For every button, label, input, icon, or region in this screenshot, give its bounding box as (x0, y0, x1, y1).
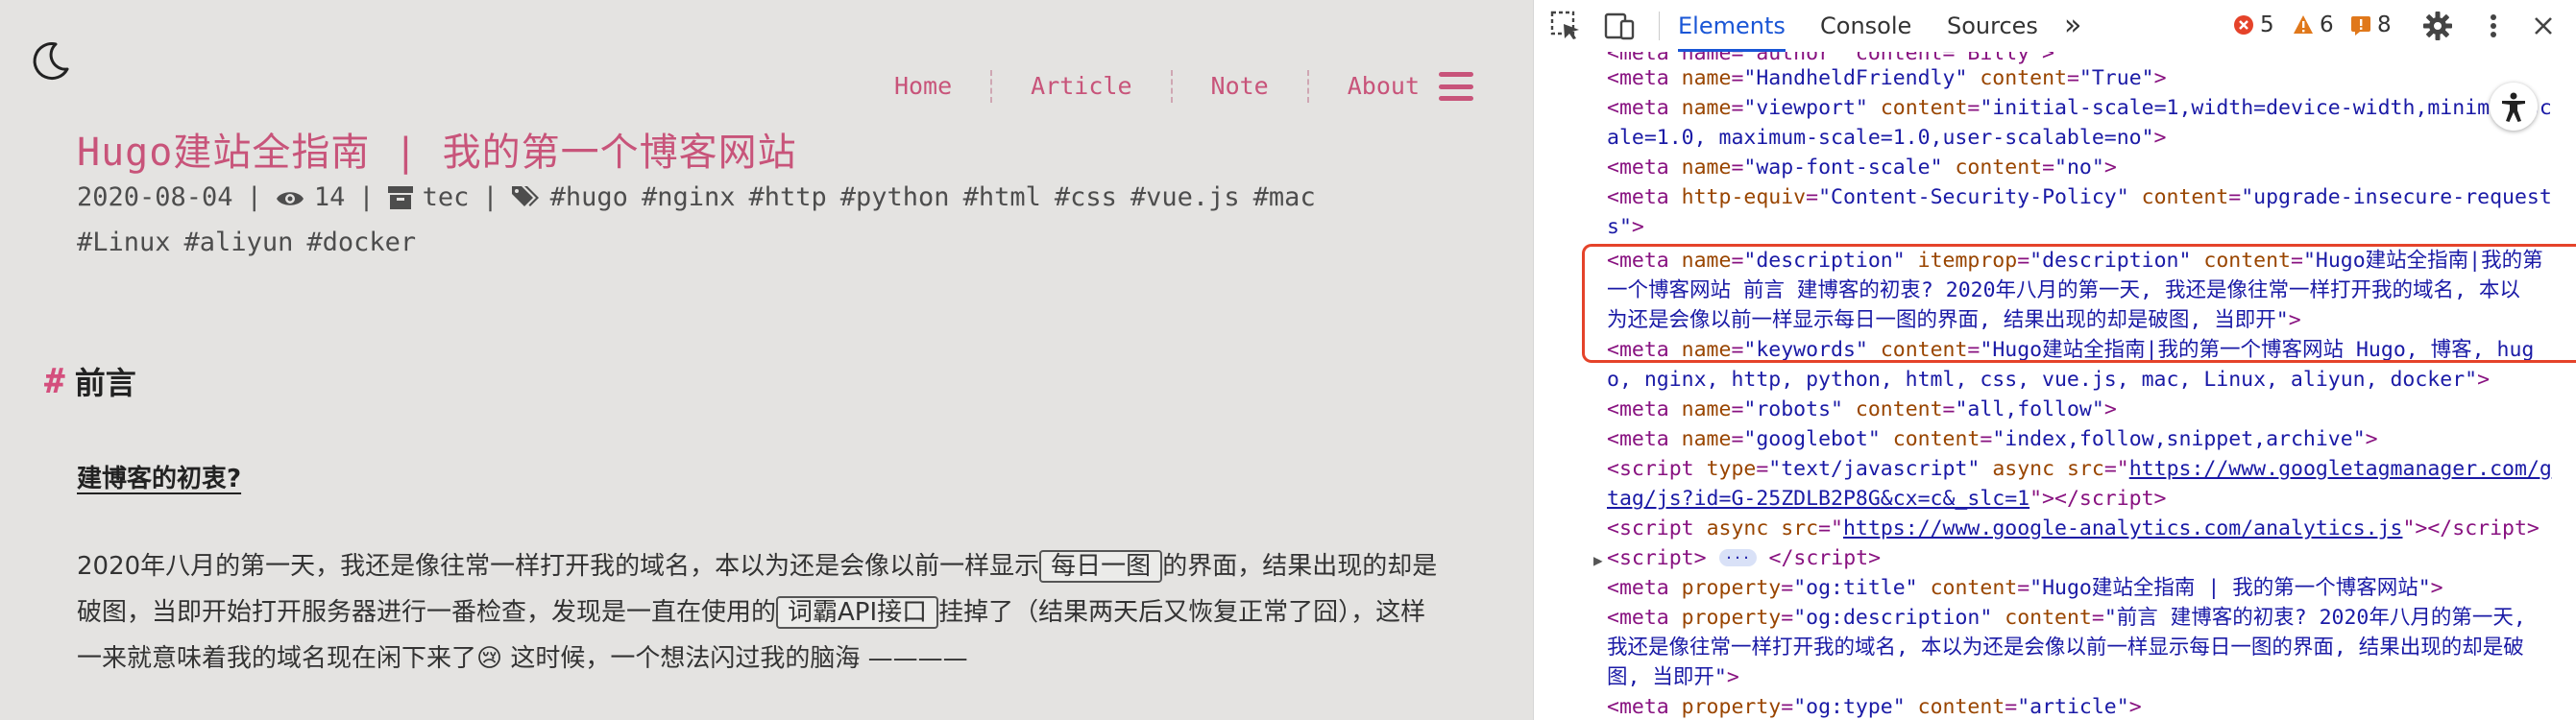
annotation-highlight-box (1582, 244, 2576, 363)
dom-node-wrap: 图, 当即开"> (1607, 665, 1739, 689)
tag-linux[interactable]: #Linux (77, 228, 171, 257)
script-src-link[interactable]: tag/js?id=G-25ZDLB2P8G&cx=c&_slc=1 (1607, 487, 2029, 511)
eye-icon (276, 192, 304, 205)
nav-home[interactable]: Home (856, 70, 993, 103)
dom-node[interactable]: <meta property="og:description" content=… (1607, 603, 2526, 633)
tag-nginx[interactable]: #nginx (642, 182, 736, 212)
dom-node-wrap: s"> (1607, 215, 1644, 239)
tag-mac[interactable]: #mac (1253, 182, 1316, 212)
device-toolbar-icon[interactable] (1603, 10, 1636, 42)
section-heading: # 前言 (44, 359, 136, 403)
tag-vuejs[interactable]: #vue.js (1130, 182, 1240, 212)
dom-node-script[interactable]: <script async src="https://www.google-an… (1607, 514, 2540, 543)
devtools-toolbar: Elements Console Sources » 5 6 8 (1534, 0, 2576, 52)
script-src-link[interactable]: https://www.googletagmanager.com/g (2129, 457, 2552, 481)
inline-code-api: 词霸API接口 (776, 596, 939, 629)
post-category[interactable]: tec (423, 182, 470, 212)
settings-gear-icon[interactable] (2421, 10, 2454, 42)
issues-count: 8 (2377, 12, 2392, 37)
issues-count-badge[interactable]: 8 (2350, 12, 2392, 37)
tags-icon (511, 186, 539, 206)
tab-sources[interactable]: Sources (1947, 0, 2038, 52)
main-nav: Home Article Note About (856, 65, 1473, 108)
dom-node-wrap: 我还是像往常一样打开我的域名, 本以为还是会像以前一样显示每日一图的界面, 结果… (1607, 636, 2524, 660)
toolbar-divider (1659, 12, 1660, 40)
intro-paragraph: 2020年八月的第一天，我还是像往常一样打开我的域名，本以为还是会像以前一样显示… (77, 543, 1441, 682)
post-meta: 2020-08-04 | 14 | tec | #hugo #nginx #http #pytho… (77, 182, 1316, 257)
error-count: 5 (2260, 12, 2274, 37)
warning-count-badge[interactable]: 6 (2293, 12, 2334, 37)
dom-node-script[interactable]: <script type="text/javascript" async src… (1607, 454, 2552, 484)
blog-page: Home Article Note About Hugo建站全指南 | 我的第一… (0, 0, 1533, 720)
dom-node-wrap: o, nginx, http, python, html, css, vue.j… (1607, 368, 2491, 392)
issue-icon (2351, 16, 2370, 36)
expand-triangle-icon[interactable]: ▶ (1593, 545, 1603, 575)
tag-aliyun[interactable]: #aliyun (184, 228, 294, 257)
devtools-panel: Elements Console Sources » 5 6 8 <meta n… (1533, 0, 2576, 720)
nav-article[interactable]: Article (992, 70, 1173, 103)
tag-http[interactable]: #http (748, 182, 826, 212)
inspect-element-icon[interactable] (1549, 10, 1582, 42)
paragraph-text: 2020年八月的第一天，我还是像往常一样打开我的域名，本以为还是会像以前一样显示 (77, 552, 1040, 581)
dom-node[interactable]: <meta name="HandheldFriendly" content="T… (1607, 63, 2167, 93)
error-count-badge[interactable]: 5 (2233, 12, 2274, 37)
sub-heading: 建博客的初衷? (77, 465, 242, 493)
hamburger-menu-icon[interactable] (1439, 72, 1473, 101)
post-title: Hugo建站全指南 | 我的第一个博客网站 (77, 131, 797, 175)
nav-note[interactable]: Note (1173, 70, 1309, 103)
collapsed-ellipsis[interactable]: ··· (1718, 549, 1757, 566)
close-icon[interactable] (2527, 10, 2560, 42)
warning-count: 6 (2320, 12, 2334, 37)
dark-mode-moon-icon[interactable] (27, 38, 73, 84)
more-options-vertical-icon[interactable] (2477, 10, 2510, 42)
post-date: 2020-08-04 (77, 182, 233, 212)
dom-tree: <meta name="author" content="Billy"> <me… (1534, 52, 2576, 720)
tag-docker[interactable]: #docker (306, 228, 416, 257)
accessibility-button[interactable] (2490, 83, 2538, 131)
error-icon (2234, 15, 2253, 35)
tag-hugo[interactable]: #hugo (550, 182, 628, 212)
warning-icon (2294, 15, 2313, 34)
tab-console[interactable]: Console (1820, 0, 1911, 52)
accessibility-person-icon (2502, 92, 2525, 122)
dom-node[interactable]: <meta name="googlebot" content="index,fo… (1607, 424, 2378, 454)
dom-node[interactable]: <meta name="wap-font-scale" content="no"… (1607, 153, 2117, 182)
view-count: 14 (313, 182, 346, 212)
archive-icon (387, 186, 413, 209)
dom-node[interactable]: <meta property="og:type" content="articl… (1607, 692, 2142, 720)
section-heading-text: 前言 (74, 365, 136, 401)
dom-node[interactable]: <meta http-equiv="Content-Security-Polic… (1607, 182, 2552, 212)
dom-node-script-collapsed[interactable]: <script> ··· </script> (1607, 543, 1881, 573)
tab-elements[interactable]: Elements (1678, 0, 1786, 52)
tag-html[interactable]: #html (963, 182, 1041, 212)
dom-node[interactable]: <meta name="viewport" content="initial-s… (1607, 93, 2552, 123)
heading-anchor-hash-icon[interactable]: # (44, 362, 65, 401)
dom-node-wrap: tag/js?id=G-25ZDLB2P8G&cx=c&_slc=1"></sc… (1607, 487, 2167, 511)
dom-node[interactable]: <meta property="og:title" content="Hugo建… (1607, 573, 2443, 603)
nav-about[interactable]: About (1309, 70, 1439, 103)
tag-css[interactable]: #css (1055, 182, 1117, 212)
tag-python[interactable]: #python (840, 182, 950, 212)
script-src-link[interactable]: https://www.google-analytics.com/analyti… (1843, 516, 2402, 540)
dom-node[interactable]: <meta name="robots" content="all,follow"… (1607, 395, 2117, 424)
more-tabs-chevron-icon[interactable]: » (2064, 0, 2081, 52)
inline-code-daily-image: 每日一图 (1039, 550, 1163, 583)
dom-node-wrap: ale=1.0, maximum-scale=1.0,user-scalable… (1607, 126, 2167, 150)
